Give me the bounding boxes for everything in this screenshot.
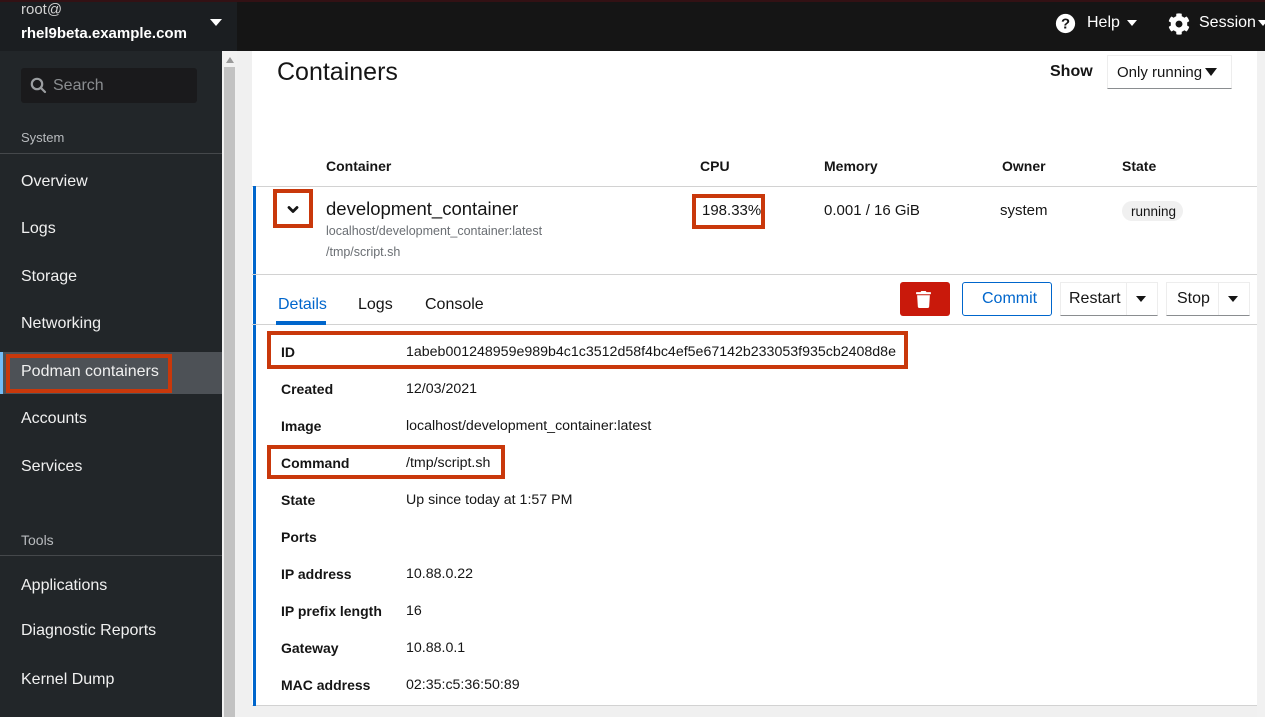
svg-text:?: ? (1061, 16, 1070, 32)
